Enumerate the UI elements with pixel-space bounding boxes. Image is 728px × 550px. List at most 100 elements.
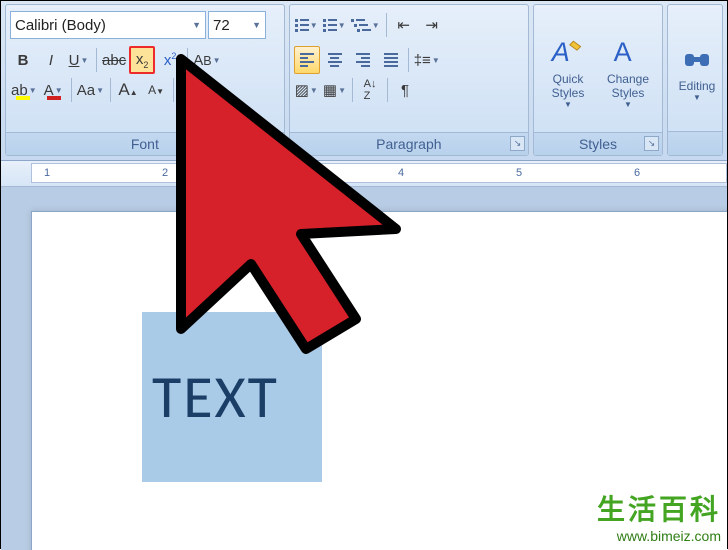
chevron-down-icon: ▼	[431, 56, 441, 65]
ruler-mark: 3	[280, 167, 286, 179]
chevron-down-icon: ▼	[28, 86, 38, 95]
chevron-down-icon: ▼	[309, 86, 319, 95]
chevron-down-icon: ▼	[192, 20, 201, 30]
separator	[408, 48, 409, 72]
strikethrough-button[interactable]: abc	[101, 46, 127, 74]
underline-button[interactable]: U▼	[66, 46, 92, 74]
change-case-icon: AB	[193, 52, 211, 69]
increase-indent-button[interactable]: ⇥	[419, 11, 445, 39]
font-size-value: 72	[213, 17, 230, 34]
superscript-icon: x2	[164, 51, 177, 69]
group-label-text: Font	[131, 136, 159, 152]
strikethrough-icon: abc	[102, 52, 126, 69]
decrease-indent-button[interactable]: ⇤	[391, 11, 417, 39]
watermark-title: 生活百科	[597, 488, 721, 528]
outdent-icon: ⇤	[397, 16, 410, 34]
bullets-button[interactable]: ▼	[294, 11, 320, 39]
binoculars-icon	[682, 39, 712, 79]
case-menu-button[interactable]: Aa▼	[76, 76, 106, 104]
sort-icon: A↓Z	[364, 78, 377, 102]
svg-text:A: A	[614, 37, 632, 67]
font-group-label: Font ↘	[6, 132, 284, 155]
numbering-icon	[323, 19, 337, 32]
font-dialog-launcher[interactable]: ↘	[266, 136, 281, 151]
separator	[187, 48, 188, 72]
editing-group-label	[668, 131, 722, 155]
highlight-button[interactable]: ab▼	[10, 76, 39, 104]
styles-group-label: Styles ↘	[534, 132, 662, 155]
clear-formatting-button[interactable]: ⌫	[178, 76, 204, 104]
horizontal-ruler[interactable]: 1 2 3 4 5 6	[1, 161, 727, 187]
separator	[352, 78, 353, 102]
ruler-mark: 6	[634, 167, 640, 179]
chevron-down-icon: ▼	[693, 93, 701, 102]
font-color-swatch	[47, 96, 61, 100]
chevron-down-icon: ▼	[212, 56, 222, 65]
chevron-down-icon: ▼	[337, 21, 347, 30]
align-right-button[interactable]	[350, 46, 376, 74]
quick-styles-label: Quick Styles	[539, 72, 597, 100]
line-spacing-icon: ‡≡	[414, 52, 431, 69]
watermark: 生活百科 www.bimeiz.com	[597, 488, 721, 544]
subscript-button[interactable]: x2	[129, 46, 155, 74]
font-name-combo[interactable]: Calibri (Body) ▼	[10, 11, 206, 39]
multilevel-icon	[351, 19, 371, 32]
document-text: TEXT	[152, 361, 279, 434]
change-case-button[interactable]: AB▼	[192, 46, 222, 74]
separator	[96, 48, 97, 72]
align-left-button[interactable]	[294, 46, 320, 74]
chevron-down-icon: ▼	[337, 86, 347, 95]
grow-font-icon: A▲	[118, 80, 137, 100]
styles-dialog-launcher[interactable]: ↘	[644, 136, 659, 151]
numbering-button[interactable]: ▼	[322, 11, 348, 39]
shrink-font-button[interactable]: A▼	[143, 76, 169, 104]
indent-icon: ⇥	[425, 16, 438, 34]
svg-text:A: A	[550, 37, 570, 67]
ruler-mark: 2	[162, 167, 168, 179]
borders-button[interactable]: ▦▼	[322, 76, 348, 104]
chevron-down-icon: ▼	[54, 86, 64, 95]
justify-icon	[384, 53, 398, 67]
show-marks-button[interactable]: ¶	[392, 76, 418, 104]
shrink-font-icon: A▼	[148, 83, 164, 97]
bold-button[interactable]: B	[10, 46, 36, 74]
align-left-icon	[300, 53, 314, 67]
paragraph-dialog-launcher[interactable]: ↘	[510, 136, 525, 151]
chevron-down-icon: ▼	[252, 20, 261, 30]
separator	[173, 78, 174, 102]
subscript-icon: x2	[136, 51, 149, 70]
quick-styles-button[interactable]: A Quick Styles ▼	[538, 8, 598, 129]
bullets-icon	[295, 19, 309, 32]
editing-label: Editing	[679, 79, 716, 93]
line-spacing-button[interactable]: ‡≡▼	[413, 46, 442, 74]
justify-button[interactable]	[378, 46, 404, 74]
ruler-mark: 5	[516, 167, 522, 179]
font-color-button[interactable]: A▼	[41, 76, 67, 104]
grow-font-button[interactable]: A▲	[115, 76, 141, 104]
change-styles-button[interactable]: A Change Styles ▼	[598, 8, 658, 129]
font-name-value: Calibri (Body)	[15, 17, 106, 34]
watermark-url: www.bimeiz.com	[597, 528, 721, 544]
styles-group: A Quick Styles ▼ A Change Styles ▼ Style…	[533, 4, 663, 156]
align-center-button[interactable]	[322, 46, 348, 74]
ruler-mark: 4	[398, 167, 404, 179]
align-center-icon	[328, 53, 342, 67]
multilevel-button[interactable]: ▼	[350, 11, 382, 39]
chevron-down-icon: ▼	[371, 21, 381, 30]
font-size-combo[interactable]: 72 ▼	[208, 11, 266, 39]
separator	[110, 78, 111, 102]
ruler-mark: 1	[44, 167, 50, 179]
eraser-icon: ⌫	[180, 81, 201, 99]
selected-text-box[interactable]: TEXT	[142, 312, 322, 482]
separator	[387, 78, 388, 102]
editing-button[interactable]: Editing ▼	[672, 8, 722, 128]
paragraph-group: ▼ ▼ ▼ ⇤ ⇥ ‡≡▼ ▨▼ ▦▼ A↓Z ¶	[289, 4, 529, 156]
shading-button[interactable]: ▨▼	[294, 76, 320, 104]
italic-button[interactable]: I	[38, 46, 64, 74]
sort-button[interactable]: A↓Z	[357, 76, 383, 104]
chevron-down-icon: ▼	[79, 56, 89, 65]
pilcrow-icon: ¶	[401, 82, 409, 99]
change-styles-label: Change Styles	[599, 72, 657, 100]
superscript-button[interactable]: x2	[157, 46, 183, 74]
align-right-icon	[356, 53, 370, 67]
